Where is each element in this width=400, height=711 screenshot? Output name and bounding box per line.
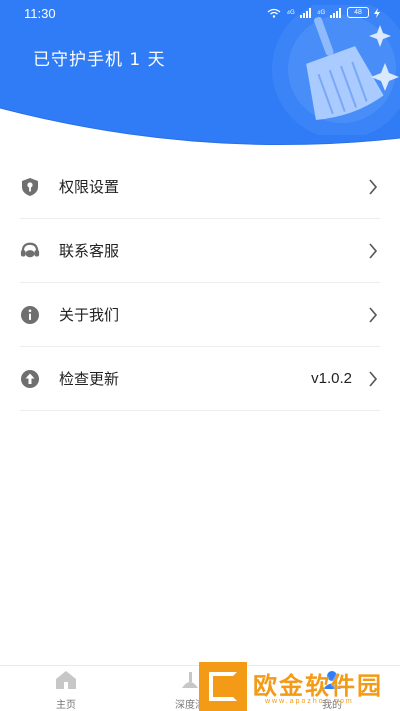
- shield-key-icon: [20, 177, 40, 197]
- protection-days-text: 已守护手机 1 天: [33, 50, 166, 70]
- header: 11:30 ⁴ᴳ ⁴ᴳ 48 已守护手机 1 天: [0, 0, 400, 150]
- status-time: 11:30: [24, 6, 56, 21]
- chevron-right-icon: [369, 243, 378, 259]
- status-bar: 11:30 ⁴ᴳ ⁴ᴳ 48: [0, 0, 400, 28]
- upload-icon: [20, 369, 40, 389]
- home-icon: [56, 671, 76, 689]
- network-type-label-2: ⁴ᴳ: [316, 7, 325, 18]
- signal-icon: [299, 7, 311, 18]
- chevron-right-icon: [369, 179, 378, 195]
- menu-item-label: 关于我们: [59, 306, 120, 324]
- menu-item-label: 检查更新: [59, 370, 120, 388]
- menu-item-label: 权限设置: [59, 178, 120, 196]
- info-icon: [20, 305, 40, 325]
- menu-item-customer-service[interactable]: 联系客服: [20, 219, 380, 283]
- version-number: v1.0.2: [311, 370, 352, 387]
- menu-item-label: 联系客服: [59, 242, 120, 260]
- charging-icon: [374, 7, 380, 18]
- battery-icon: 48: [347, 7, 369, 18]
- chevron-right-icon: [369, 307, 378, 323]
- nav-tab-label: 主页: [56, 700, 76, 711]
- watermark-url: www.apozhon.com: [265, 698, 354, 705]
- status-icons: ⁴ᴳ ⁴ᴳ 48: [267, 7, 380, 18]
- headset-icon: [20, 241, 40, 261]
- menu-item-about-us[interactable]: 关于我们: [20, 283, 380, 347]
- watermark-logo: 欧金软件园 www.apozhon.com: [199, 662, 400, 711]
- signal-icon-2: [330, 7, 341, 18]
- watermark-logo-mark: [199, 662, 247, 711]
- wifi-icon: [267, 8, 281, 18]
- menu-item-permissions[interactable]: 权限设置: [20, 155, 380, 219]
- watermark-text: 欧金软件园: [253, 672, 383, 700]
- chevron-right-icon: [369, 371, 378, 387]
- network-type-label: ⁴ᴳ: [286, 7, 295, 18]
- settings-menu: 权限设置 联系客服 关于我们 检查更新 v1.0.2: [0, 155, 400, 411]
- menu-item-check-update[interactable]: 检查更新 v1.0.2: [20, 347, 380, 411]
- nav-tab-home[interactable]: 主页: [26, 670, 106, 711]
